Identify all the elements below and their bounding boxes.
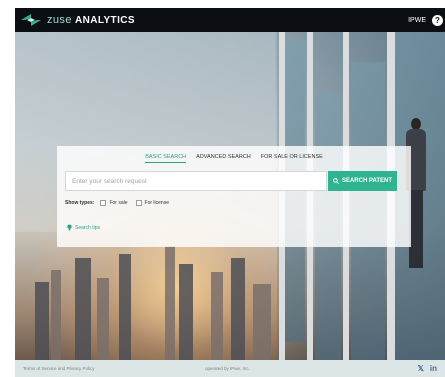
tab-basic-search[interactable]: BASIC SEARCH xyxy=(145,154,187,163)
search-icon xyxy=(333,178,339,184)
skyline-building xyxy=(165,246,175,360)
option-for-sale[interactable]: For sale xyxy=(100,200,128,206)
top-navigation-bar: zuse ANALYTICS IPWE ? xyxy=(15,8,445,32)
person-legs xyxy=(409,190,423,268)
terms-link[interactable]: Terms of Service and Privacy Policy xyxy=(23,366,95,371)
skyline-building xyxy=(253,284,271,360)
search-patent-button[interactable]: SEARCH PATENT xyxy=(328,171,397,191)
search-tips-link[interactable]: Search tips xyxy=(67,224,100,231)
brand-suffix: ANALYTICS xyxy=(75,15,135,26)
skyline-building xyxy=(97,278,109,360)
tab-for-sale-or-license[interactable]: FOR SALE OR LICENSE xyxy=(261,154,323,163)
brand-name: zuse ANALYTICS xyxy=(47,14,135,26)
tab-advanced-search[interactable]: ADVANCED SEARCH xyxy=(196,154,251,163)
search-panel: BASIC SEARCH ADVANCED SEARCH FOR SALE OR… xyxy=(57,146,411,247)
search-input[interactable] xyxy=(65,171,327,191)
show-types-filter: Show types: For sale For license xyxy=(65,200,173,206)
for-sale-checkbox[interactable] xyxy=(100,200,107,206)
show-types-label: Show types: xyxy=(65,200,95,206)
help-icon[interactable]: ? xyxy=(432,14,443,26)
brand-prefix: zuse xyxy=(47,14,72,26)
skyline-building xyxy=(75,258,91,360)
ipwe-link[interactable]: IPWE xyxy=(408,17,426,24)
search-tabs: BASIC SEARCH ADVANCED SEARCH FOR SALE OR… xyxy=(57,154,411,163)
skyline-building xyxy=(51,270,61,360)
app-frame: zuse ANALYTICS IPWE ? BASIC SEARCH ADVAN… xyxy=(0,0,445,377)
for-sale-label: For sale xyxy=(109,200,128,206)
top-right-controls: IPWE ? xyxy=(408,14,445,26)
skyline-building xyxy=(35,282,49,360)
twitter-icon[interactable]: 𝕏 xyxy=(417,364,423,373)
linkedin-icon[interactable]: in xyxy=(430,364,437,373)
skyline-building xyxy=(119,254,131,360)
skyline-building xyxy=(211,272,223,360)
search-tips-label: Search tips xyxy=(75,224,101,231)
logo[interactable]: zuse ANALYTICS xyxy=(21,12,135,28)
option-for-license[interactable]: For license xyxy=(135,200,169,206)
page-footer: Terms of Service and Privacy Policy oper… xyxy=(15,360,445,377)
lightbulb-icon xyxy=(67,224,72,231)
for-license-checkbox[interactable] xyxy=(135,200,142,206)
skyline-building xyxy=(231,258,245,360)
skyline-building xyxy=(179,264,193,360)
social-links: 𝕏 in xyxy=(417,364,437,373)
powered-by-text: operated by IPwe, Inc. xyxy=(205,366,250,371)
zuse-logo-icon xyxy=(21,14,41,26)
search-button-label: SEARCH PATENT xyxy=(341,178,393,184)
for-license-label: For license xyxy=(144,200,169,206)
